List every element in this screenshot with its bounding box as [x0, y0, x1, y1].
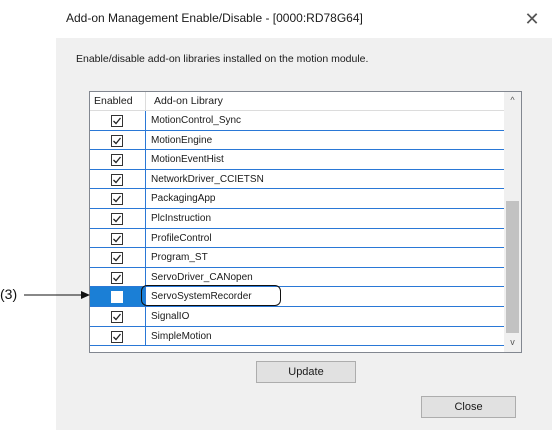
annotation-callout-outline — [141, 285, 281, 306]
annotation-arrow-icon — [24, 291, 90, 299]
